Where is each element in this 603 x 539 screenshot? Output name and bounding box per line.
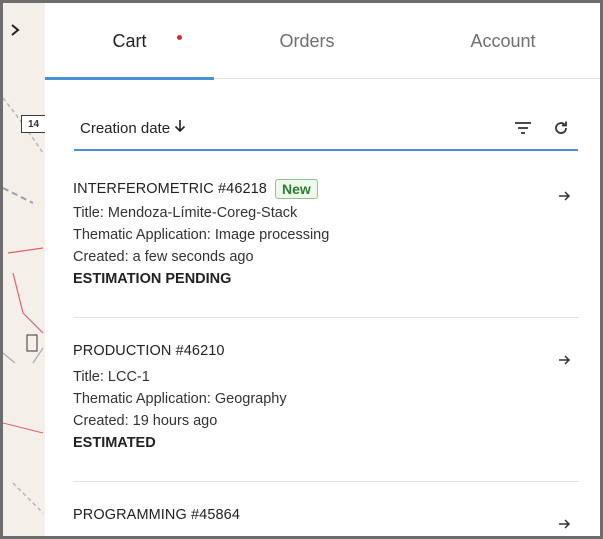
item-status: ESTIMATION PENDING [73, 271, 232, 287]
item-created: Created: a few seconds ago [73, 249, 254, 265]
tab-account-label: Account [470, 30, 536, 51]
item-title: Title: LCC-1 [73, 369, 150, 385]
active-tab-indicator [45, 77, 214, 80]
cart-item[interactable]: PROGRAMMING #45864 [73, 507, 579, 536]
map-label-badge: 14 [21, 115, 45, 133]
new-badge: New [274, 179, 318, 199]
sort-bar: Creation date [74, 107, 578, 151]
tab-cart[interactable]: Cart [45, 3, 214, 80]
map-lines [3, 97, 44, 514]
item-header: INTERFEROMETRIC #46218 New [73, 179, 579, 199]
arrow-right-icon[interactable] [557, 352, 573, 368]
tab-orders-label: Orders [279, 30, 335, 51]
arrow-right-icon[interactable] [557, 188, 573, 204]
item-divider [73, 481, 579, 482]
chevron-right-icon [11, 24, 20, 36]
tab-cart-label: Cart [112, 30, 147, 51]
tab-orders[interactable]: Orders [214, 3, 400, 79]
arrow-down-icon [174, 119, 186, 138]
item-id: PRODUCTION #46210 [73, 343, 225, 359]
item-status: ESTIMATED [73, 435, 156, 451]
refresh-button[interactable] [550, 117, 572, 139]
cart-item[interactable]: INTERFEROMETRIC #46218 New Title: Mendoz… [73, 179, 579, 304]
notification-dot [177, 35, 182, 40]
sort-by-creation-date[interactable]: Creation date [80, 119, 186, 138]
item-application: Thematic Application: Geography [73, 391, 287, 407]
collapse-panel-button[interactable] [9, 23, 33, 47]
item-application: Thematic Application: Image processing [73, 227, 330, 243]
item-header: PRODUCTION #46210 [73, 343, 579, 359]
item-header: PROGRAMMING #45864 [73, 507, 579, 523]
cart-item[interactable]: PRODUCTION #46210 Title: LCC-1 Thematic … [73, 343, 579, 468]
item-divider [73, 317, 579, 318]
arrow-right-icon[interactable] [557, 516, 573, 532]
sort-label: Creation date [80, 119, 171, 137]
app-window: 14 Cart Orders Account Creation date INT… [0, 0, 603, 539]
item-id: PROGRAMMING #45864 [73, 507, 240, 523]
item-id: INTERFEROMETRIC #46218 [73, 181, 267, 197]
tab-bar: Cart Orders Account [45, 3, 600, 80]
cart-panel: Cart Orders Account Creation date INTERF… [45, 3, 600, 536]
filter-icon [515, 122, 531, 134]
item-title: Title: Mendoza-Límite-Coreg-Stack [73, 205, 298, 221]
tab-account[interactable]: Account [400, 3, 600, 79]
filter-button[interactable] [512, 117, 534, 139]
map-background[interactable]: 14 [3, 3, 45, 536]
refresh-icon [555, 121, 567, 134]
item-created: Created: 19 hours ago [73, 413, 218, 429]
